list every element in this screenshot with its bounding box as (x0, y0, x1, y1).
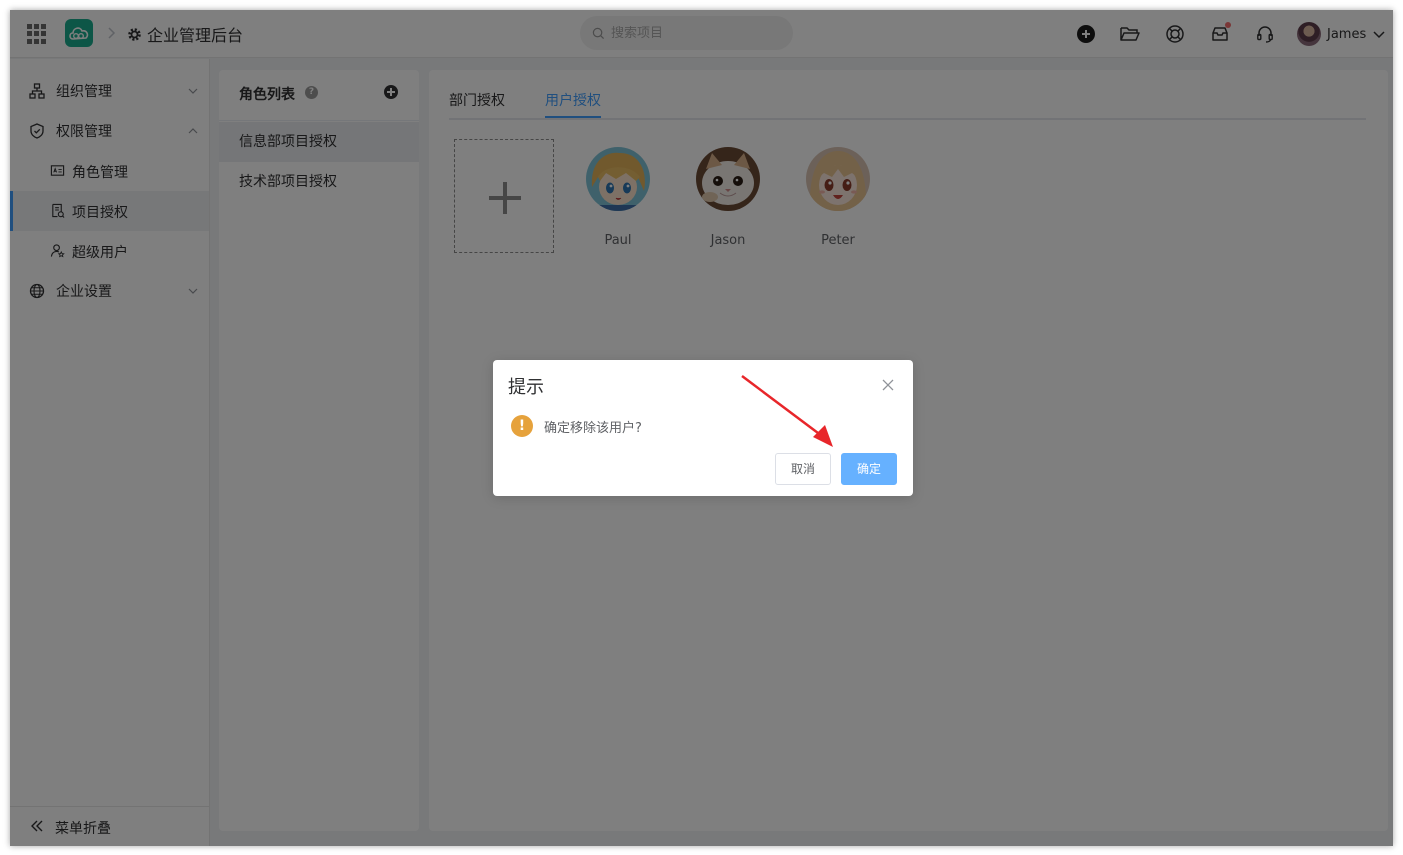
dialog-message: 确定移除该用户? (544, 421, 642, 436)
warning-icon: ! (511, 415, 533, 437)
cancel-button[interactable]: 取消 (775, 453, 831, 485)
dialog-title: 提示 (508, 377, 544, 398)
app-window: 企业管理后台 James 组织管理 (10, 10, 1393, 846)
close-icon[interactable] (882, 379, 894, 391)
confirm-button[interactable]: 确定 (841, 453, 897, 485)
confirm-dialog: 提示 ! 确定移除该用户? 取消 确定 (493, 360, 913, 496)
